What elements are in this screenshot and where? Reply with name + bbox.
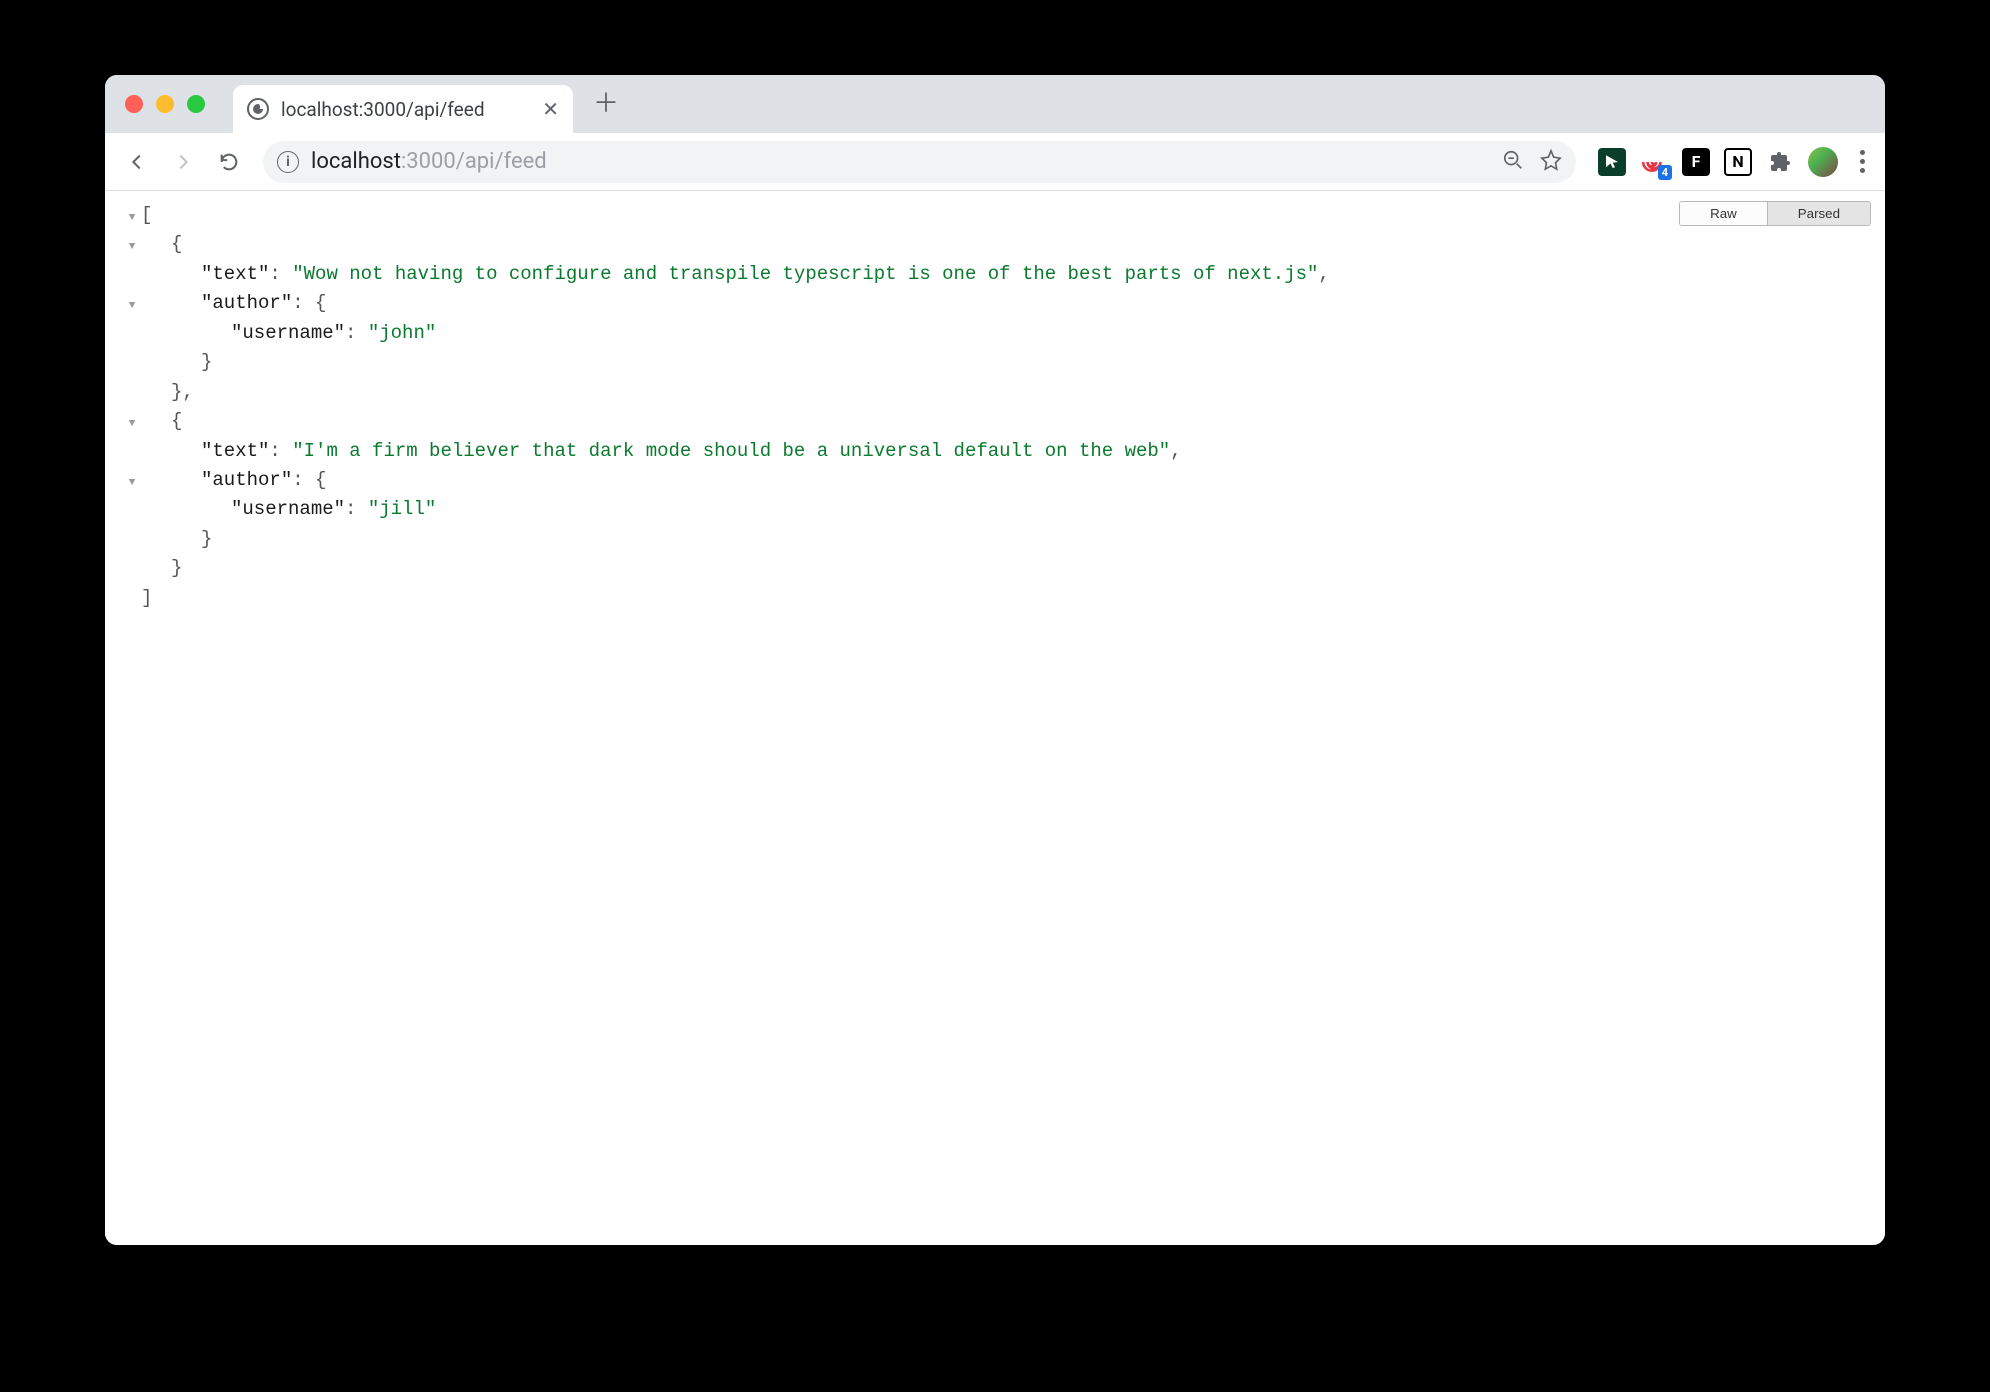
json-row: "text": "Wow not having to configure and… (123, 260, 1867, 289)
json-viewer: [{"text": "Wow not having to configure a… (123, 201, 1867, 613)
raw-toggle-button[interactable]: Raw (1680, 202, 1767, 225)
new-tab-button[interactable]: ＋ (593, 83, 619, 120)
forward-button[interactable] (163, 142, 203, 182)
json-row: "author": { (123, 466, 1867, 495)
collapse-caret-icon[interactable] (129, 230, 136, 259)
browser-tab[interactable]: localhost:3000/api/feed ✕ (233, 85, 573, 133)
toolbar: i localhost:3000/api/feed 4 F N (105, 133, 1885, 191)
json-row: } (123, 525, 1867, 554)
extension-notion-icon[interactable]: N (1724, 148, 1752, 176)
extensions: 4 F N (1598, 147, 1873, 177)
extension-badge: 4 (1658, 165, 1672, 180)
minimize-window-button[interactable] (156, 95, 174, 113)
fullscreen-window-button[interactable] (187, 95, 205, 113)
view-toggle: Raw Parsed (1679, 201, 1871, 226)
url-text: localhost:3000/api/feed (311, 149, 547, 174)
json-row: ] (123, 584, 1867, 613)
json-row: }, (123, 378, 1867, 407)
browser-menu-button[interactable] (1852, 150, 1873, 173)
extension-spiral-icon[interactable]: 4 (1640, 148, 1668, 176)
globe-icon (247, 98, 269, 120)
url-host: localhost (311, 149, 401, 174)
zoom-icon[interactable] (1502, 149, 1524, 175)
json-row: { (123, 230, 1867, 259)
back-button[interactable] (117, 142, 157, 182)
json-row: "text": "I'm a firm believer that dark m… (123, 437, 1867, 466)
json-row: "username": "jill" (123, 495, 1867, 524)
url-path: :3000/api/feed (401, 149, 547, 174)
close-tab-icon[interactable]: ✕ (542, 97, 559, 121)
close-window-button[interactable] (125, 95, 143, 113)
tab-title: localhost:3000/api/feed (281, 98, 530, 121)
parsed-toggle-button[interactable]: Parsed (1767, 202, 1870, 225)
address-bar[interactable]: i localhost:3000/api/feed (263, 141, 1576, 183)
reload-button[interactable] (209, 142, 249, 182)
json-row: "author": { (123, 289, 1867, 318)
site-info-icon[interactable]: i (277, 151, 299, 173)
bookmark-icon[interactable] (1540, 149, 1562, 175)
extension-cursor-icon[interactable] (1598, 148, 1626, 176)
collapse-caret-icon[interactable] (129, 466, 136, 495)
extension-f-icon[interactable]: F (1682, 148, 1710, 176)
json-row: { (123, 407, 1867, 436)
page-content: Raw Parsed [{"text": "Wow not having to … (105, 191, 1885, 1245)
browser-window: localhost:3000/api/feed ✕ ＋ i localhost:… (105, 75, 1885, 1245)
json-row: [ (123, 201, 1867, 230)
json-row: } (123, 348, 1867, 377)
collapse-caret-icon[interactable] (129, 201, 136, 230)
profile-avatar[interactable] (1808, 147, 1838, 177)
json-row: "username": "john" (123, 319, 1867, 348)
extensions-menu-icon[interactable] (1766, 148, 1794, 176)
collapse-caret-icon[interactable] (129, 407, 136, 436)
tab-bar: localhost:3000/api/feed ✕ ＋ (105, 75, 1885, 133)
json-row: } (123, 554, 1867, 583)
window-controls (125, 95, 205, 113)
collapse-caret-icon[interactable] (129, 289, 136, 318)
